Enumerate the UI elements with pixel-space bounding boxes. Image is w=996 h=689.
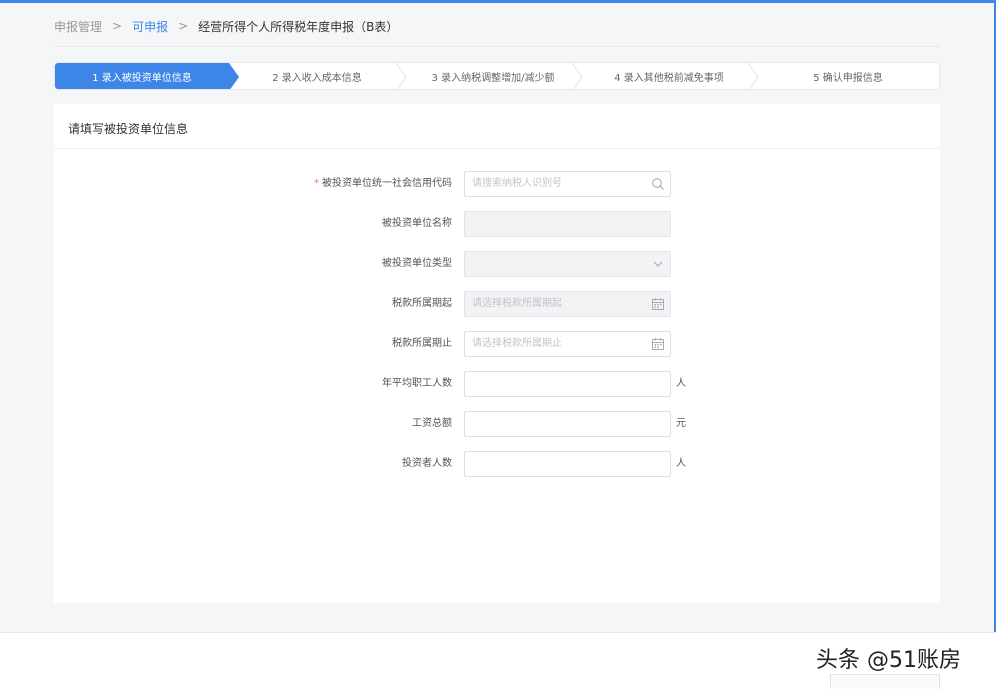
chevron-down-icon[interactable] [651,257,665,271]
credit-code-search-field[interactable] [464,171,671,197]
form-row-total-wages: 工资总额 元 [54,411,940,437]
unit-name-label: 被投资单位名称 [382,218,452,229]
avg-employees-label: 年平均职工人数 [382,378,452,389]
form-row-unit-name: 被投资单位名称 [54,211,940,237]
credit-code-label: * 被投资单位统一社会信用代码 [314,178,452,189]
panel-divider [54,148,940,149]
unit-type-select[interactable] [464,251,671,277]
period-end-label: 税款所属期止 [392,338,452,349]
period-start-label: 税款所属期起 [392,298,452,309]
search-icon[interactable] [651,177,665,191]
breadcrumb-item-declarable[interactable]: 可申报 [132,18,168,35]
step-3[interactable]: 3 录入纳税调整增加/减少额 [405,63,583,89]
watermark: 头条 @51账房 [816,648,961,673]
required-mark: * [314,178,319,189]
credit-code-input[interactable] [472,172,642,195]
breadcrumb-item-declaration-mgmt[interactable]: 申报管理 [54,18,102,35]
period-end-date-field[interactable]: 请选择税款所属期止 [464,331,671,357]
total-wages-unit: 元 [676,418,686,429]
step-2[interactable]: 2 录入收入成本信息 [229,63,407,89]
form-row-unit-type: 被投资单位类型 [54,251,940,277]
investors-label: 投资者人数 [402,458,452,469]
step-5[interactable]: 5 确认申报信息 [757,63,939,89]
investors-unit: 人 [676,458,686,469]
unit-name-field [464,211,671,237]
step-chevron-icon [571,63,583,89]
breadcrumb: 申报管理 > 可申报 > 经营所得个人所得税年度申报（B表） [54,16,398,36]
step-chevron-icon [747,63,759,89]
total-wages-label: 工资总额 [412,418,452,429]
form-row-period-end: 税款所属期止 请选择税款所属期止 [54,331,940,357]
avg-employees-input[interactable] [472,372,642,395]
unit-type-label: 被投资单位类型 [382,258,452,269]
calendar-icon[interactable] [651,297,665,311]
period-end-placeholder: 请选择税款所属期止 [472,338,562,349]
step-4[interactable]: 4 录入其他税前减免事项 [581,63,759,89]
step-label: 3 录入纳税调整增加/减少额 [431,72,555,84]
step-progress-bar: 1 录入被投资单位信息 2 录入收入成本信息 3 录入纳税调整增加/减少额 4 … [54,62,940,90]
panel-title: 请填写被投资单位信息 [68,122,189,136]
total-wages-field[interactable] [464,411,671,437]
form-row-credit-code: * 被投资单位统一社会信用代码 [54,171,940,197]
investors-field[interactable] [464,451,671,477]
step-1[interactable]: 1 录入被投资单位信息 [55,63,239,89]
breadcrumb-item-current: 经营所得个人所得税年度申报（B表） [198,19,399,34]
investors-input[interactable] [472,452,642,475]
step-label: 5 确认申报信息 [813,72,883,84]
period-start-date-field[interactable]: 请选择税款所属期起 [464,291,671,317]
bottom-buttons[interactable] [830,674,940,689]
form-panel: 请填写被投资单位信息 *被投资单位统一社会信用代码 被投资单位名称 被投资单位类… [54,104,940,603]
form-row-avg-employees: 年平均职工人数 人 [54,371,940,397]
form-row-investors: 投资者人数 人 [54,451,940,477]
top-accent-line [0,0,996,3]
form-row-period-start: 税款所属期起 请选择税款所属期起 [54,291,940,317]
calendar-icon[interactable] [651,337,665,351]
breadcrumb-divider [54,46,940,47]
breadcrumb-separator-icon: > [112,19,123,33]
step-label: 2 录入收入成本信息 [272,72,362,84]
breadcrumb-separator-icon: > [178,19,189,33]
step-label: 1 录入被投资单位信息 [92,72,192,84]
total-wages-input[interactable] [472,412,642,435]
period-start-placeholder: 请选择税款所属期起 [472,298,562,309]
step-label: 4 录入其他税前减免事项 [614,72,724,84]
avg-employees-field[interactable] [464,371,671,397]
avg-employees-unit: 人 [676,378,686,389]
step-chevron-icon [395,63,407,89]
